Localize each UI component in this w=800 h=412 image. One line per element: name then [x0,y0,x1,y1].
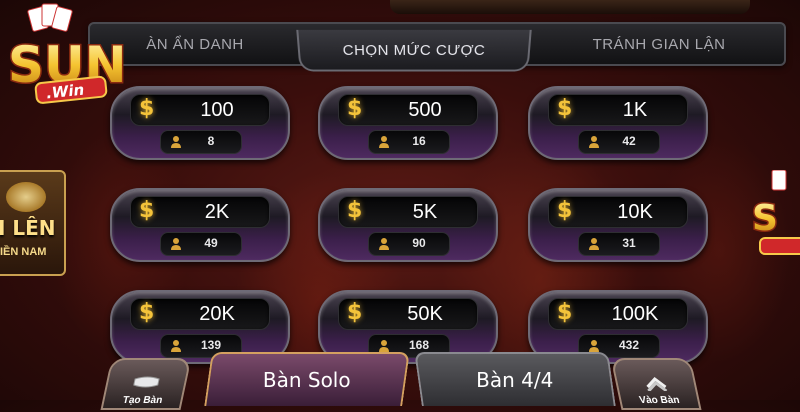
tab-choose-bet[interactable]: CHỌN MỨC CƯỢC [296,29,532,72]
bet-option-button[interactable]: $2K 49 [110,188,290,262]
join-table-label: Vào Bàn [638,395,681,406]
player-icon [171,238,181,250]
bet-amount-box: $10K [548,196,688,228]
player-icon [379,340,389,352]
player-icon [171,136,181,148]
player-count-box: 90 [368,232,450,256]
chevron-up-icon [646,376,668,391]
dollar-icon: $ [557,300,573,325]
dollar-icon: $ [139,96,155,121]
solo-table-tab[interactable]: Bàn Solo [204,352,410,406]
player-icon [379,136,389,148]
bet-amount: 100K [611,303,659,325]
four-player-table-label: Bàn 4/4 [476,368,554,392]
tab-anti-cheat[interactable]: TRÁNH GIAN LẬN [534,24,784,64]
player-count: 168 [408,338,430,352]
player-icon [589,136,599,148]
top-frame [390,0,750,14]
bet-amount-box: $100K [548,298,688,330]
player-count: 432 [618,338,640,352]
dollar-icon: $ [347,300,363,325]
dollar-icon: $ [139,300,155,325]
bet-option-button[interactable]: $100 8 [110,86,290,160]
player-count: 42 [622,134,636,148]
bet-amount-box: $1K [548,94,688,126]
player-count: 31 [622,236,636,250]
bet-option-button[interactable]: $1K 42 [528,86,708,160]
player-icon [379,238,389,250]
player-count-box: 8 [160,130,242,154]
player-icon [589,340,599,352]
join-table-button[interactable]: Vào Bàn [610,358,702,410]
player-count: 8 [207,134,215,148]
bet-amount-box: $50K [338,298,478,330]
player-count-box: 16 [368,130,450,154]
player-count: 90 [412,236,426,250]
player-count: 49 [204,236,218,250]
bet-amount-box: $500 [338,94,478,126]
bet-amount: 1K [622,99,648,121]
bet-option-button[interactable]: $5K 90 [318,188,498,262]
game-promo-banner[interactable]: I LÊN IỀN NAM [0,170,66,276]
sunwin-logo-right: S [752,170,800,255]
bet-option-button[interactable]: $10K 31 [528,188,708,262]
bet-amount: 5K [412,201,438,223]
create-table-label: Tạo Bàn [121,395,164,406]
banner-title: I LÊN [0,216,56,240]
bet-amount-box: $100 [130,94,270,126]
dollar-icon: $ [557,198,573,223]
bet-amount: 50K [407,303,443,325]
dollar-icon: $ [557,96,573,121]
bet-amount-box: $20K [130,298,270,330]
bet-amount: 100 [200,99,234,121]
create-table-button[interactable]: Tạo Bàn [100,358,192,410]
bottom-bar: Tạo Bàn Bàn Solo Bàn 4/4 Vào Bàn [96,352,726,412]
bet-amount-box: $2K [130,196,270,228]
bet-amount: 2K [204,201,230,223]
table-icon [133,376,160,388]
banner-subtitle: IỀN NAM [0,246,47,258]
dollar-icon: $ [347,198,363,223]
solo-table-label: Bàn Solo [262,368,351,392]
player-count: 139 [200,338,222,352]
player-count: 16 [412,134,426,148]
dollar-icon: $ [347,96,363,121]
player-count-box: 31 [578,232,660,256]
coin-icon [6,182,46,212]
bet-option-button[interactable]: $500 16 [318,86,498,160]
player-icon [589,238,599,250]
svg-text:S: S [752,198,778,239]
dollar-icon: $ [139,198,155,223]
player-count-box: 42 [578,130,660,154]
bet-amount: 20K [199,303,235,325]
player-count-box: 49 [160,232,242,256]
four-player-table-tab[interactable]: Bàn 4/4 [414,352,616,406]
player-icon [171,340,181,352]
bet-amount: 500 [408,99,442,121]
bet-amount: 10K [617,201,653,223]
bet-amount-box: $5K [338,196,478,228]
